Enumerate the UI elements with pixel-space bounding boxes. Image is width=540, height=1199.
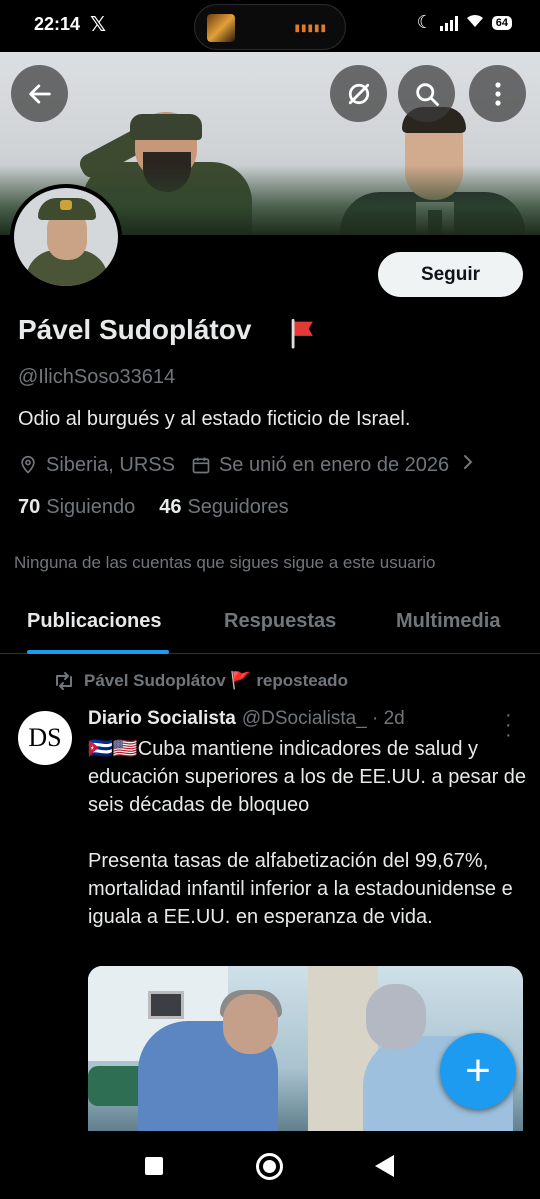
recents-icon[interactable] bbox=[145, 1157, 163, 1175]
red-flag-icon bbox=[291, 318, 313, 349]
follow-counts: 70 Siguiendo 46 Seguidores bbox=[18, 496, 289, 519]
profile-meta: Siberia, URSS Se unió en enero de 2026 bbox=[18, 453, 475, 477]
repost-label: Pável Sudoplátov 🚩 reposteado bbox=[84, 671, 348, 690]
joined-text: Se unió en enero de 2026 bbox=[218, 453, 450, 476]
status-bar: 22:14 𝕏 ▮▮▮▮▮ ☾ 64 bbox=[0, 0, 540, 52]
arrow-left-icon bbox=[28, 83, 51, 104]
calendar-icon bbox=[191, 455, 215, 475]
follow-button[interactable]: Seguir bbox=[378, 252, 523, 297]
post-paragraph: Presenta tasas de alfabetización del 99,… bbox=[88, 850, 513, 928]
search-icon bbox=[415, 82, 439, 106]
media-thumbnail bbox=[207, 14, 235, 42]
tab-publicaciones[interactable]: Publicaciones bbox=[27, 610, 162, 633]
post-author-avatar[interactable]: DS bbox=[18, 711, 72, 765]
post-author-name[interactable]: Diario Socialista bbox=[88, 708, 236, 730]
dynamic-island[interactable]: ▮▮▮▮▮ bbox=[194, 4, 346, 50]
location-pin-icon bbox=[18, 454, 42, 476]
post-paragraph: 🇨🇺🇺🇸Cuba mantiene indicadores de salud y… bbox=[88, 738, 527, 816]
repost-icon bbox=[56, 672, 72, 690]
post-handle-time: @DSocialista_ · 2d bbox=[241, 708, 405, 729]
battery-icon: 64 bbox=[491, 15, 512, 30]
compose-fab-button[interactable]: + bbox=[440, 1033, 516, 1109]
profile-bio: Odio al burgués y al estado ficticio de … bbox=[18, 408, 411, 430]
x-logo-icon: 𝕏 bbox=[90, 14, 107, 36]
wifi-icon bbox=[465, 12, 485, 33]
status-time: 22:14 bbox=[34, 14, 81, 34]
home-icon[interactable] bbox=[256, 1153, 283, 1180]
back-icon[interactable] bbox=[375, 1155, 394, 1177]
system-nav-bar bbox=[0, 1131, 540, 1199]
repost-indicator[interactable]: Pável Sudoplátov 🚩 reposteado bbox=[52, 671, 348, 691]
avatar[interactable] bbox=[10, 184, 122, 290]
audio-wave-icon: ▮▮▮▮▮ bbox=[294, 23, 327, 34]
search-button[interactable] bbox=[398, 65, 455, 122]
mute-button[interactable] bbox=[330, 65, 387, 122]
post-body: 🇨🇺🇺🇸Cuba mantiene indicadores de salud y… bbox=[88, 735, 533, 931]
more-vertical-icon bbox=[494, 81, 501, 106]
moon-icon: ☾ bbox=[416, 12, 433, 32]
profile-name: Pável Sudoplátov bbox=[18, 314, 252, 345]
tab-multimedia[interactable]: Multimedia bbox=[396, 610, 500, 633]
tab-respuestas[interactable]: Respuestas bbox=[224, 610, 336, 633]
mutuals-note: Ninguna de las cuentas que sigues sigue … bbox=[14, 553, 436, 572]
back-button[interactable] bbox=[11, 65, 68, 122]
profile-handle: @IlichSoso33614 bbox=[18, 366, 176, 388]
more-button[interactable] bbox=[469, 65, 526, 122]
location-text: Siberia, URSS bbox=[46, 453, 175, 476]
post-header: Diario Socialista @DSocialista_ · 2d bbox=[88, 708, 405, 730]
profile-tabs: Publicaciones Respuestas Multimedia bbox=[0, 596, 540, 654]
signal-icon bbox=[439, 15, 458, 31]
following-link[interactable]: 70 Siguiendo bbox=[18, 496, 135, 519]
active-tab-indicator bbox=[27, 650, 169, 654]
chevron-right-icon[interactable] bbox=[461, 453, 475, 477]
followers-link[interactable]: 46 Seguidores bbox=[159, 496, 288, 519]
no-eye-icon bbox=[348, 83, 369, 104]
status-icons: ☾ 64 bbox=[417, 12, 512, 33]
